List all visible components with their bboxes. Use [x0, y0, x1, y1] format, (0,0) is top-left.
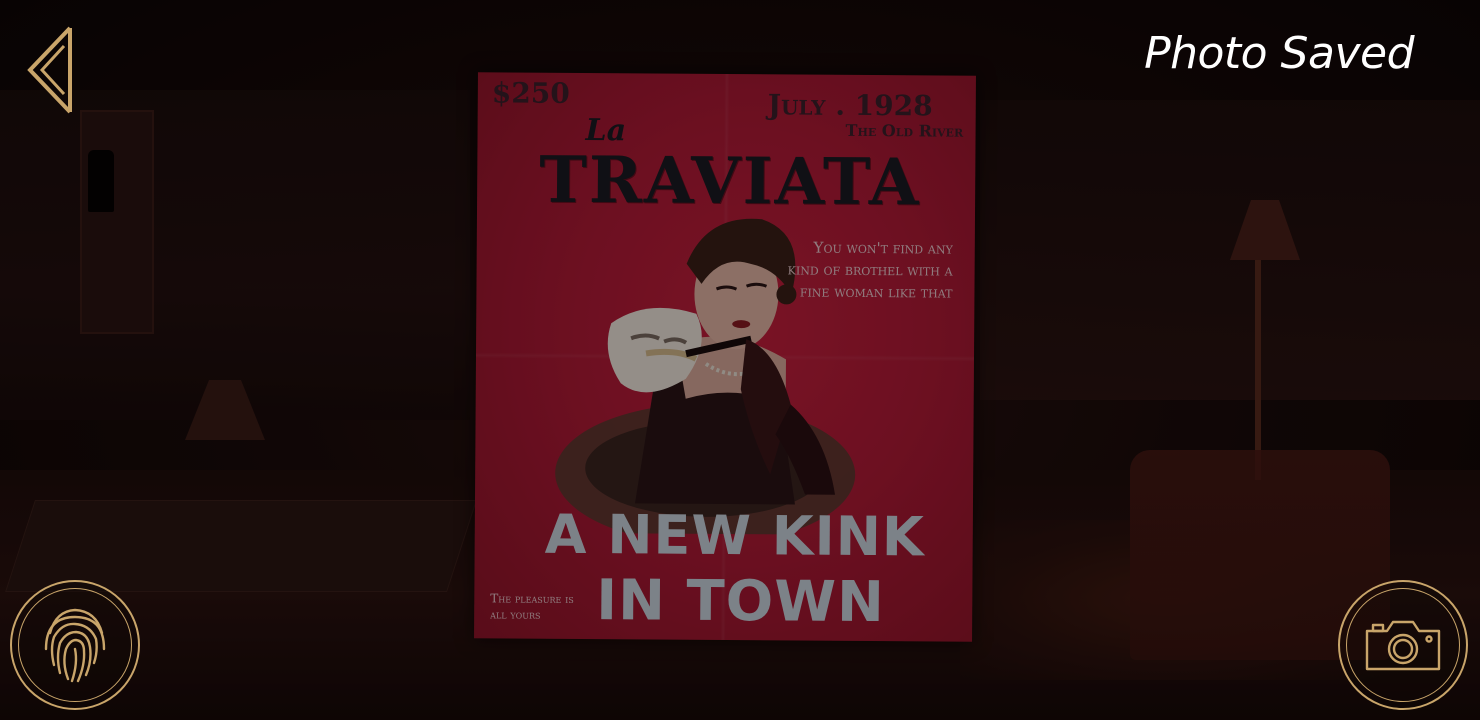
- poster-date: July . 1928: [767, 88, 933, 123]
- poster-headline-line2: IN TOWN: [596, 568, 886, 636]
- poster-price: $250: [491, 76, 570, 110]
- room-left-wall: [0, 90, 470, 420]
- poster-headline-line1: A NEW KINK: [544, 502, 925, 569]
- room-window: [80, 110, 154, 334]
- status-message: Photo Saved: [1144, 28, 1414, 79]
- room-right-wall: [980, 100, 1480, 400]
- room-table: [5, 500, 477, 592]
- back-button[interactable]: [24, 24, 76, 116]
- fingerprint-icon: [44, 608, 106, 683]
- camera-button[interactable]: [1338, 580, 1468, 710]
- room-lamp-pole: [1255, 260, 1261, 480]
- distant-figure: [88, 150, 114, 212]
- poster-venue: The Old River: [845, 120, 964, 141]
- poster-footer-note: The pleasure is all yours: [490, 591, 574, 622]
- poster-tagline: You won't find any kind of brothel with …: [787, 238, 953, 302]
- camera-icon: [1365, 620, 1441, 671]
- chevron-left-icon: [27, 26, 72, 114]
- poster-illustration: [555, 218, 856, 536]
- game-scene: $250 July . 1928 The Old River La TRAVIA…: [0, 0, 1480, 720]
- poster-title: TRAVIATA: [538, 142, 921, 221]
- traviata-poster[interactable]: $250 July . 1928 The Old River La TRAVIA…: [474, 72, 976, 642]
- fingerprint-button[interactable]: [10, 580, 140, 710]
